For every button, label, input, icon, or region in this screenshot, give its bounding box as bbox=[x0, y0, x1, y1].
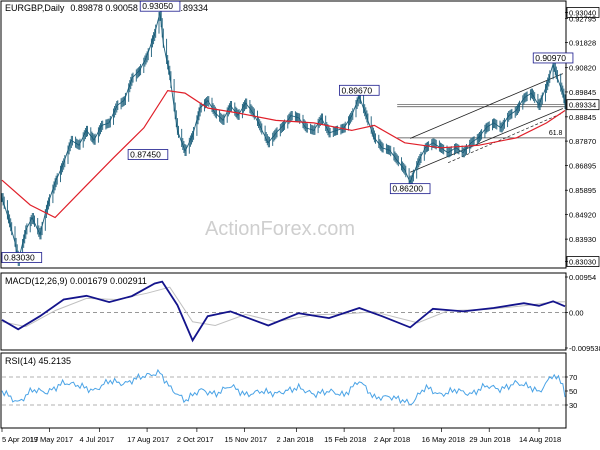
fib-61-8-label: 61.8 bbox=[549, 130, 563, 137]
price-axis-label: 0.88845 bbox=[569, 113, 596, 122]
time-axis-label: 29 Jun 2018 bbox=[469, 435, 510, 444]
rsi-axis-label: 50 bbox=[569, 387, 577, 396]
time-axis-label: 15 Feb 2018 bbox=[324, 435, 366, 444]
macd-axis-label: -0.009538 bbox=[569, 344, 600, 353]
price-label: 0.93050 bbox=[142, 1, 173, 11]
time-axis-label: 17 Aug 2017 bbox=[127, 435, 169, 444]
rsi-axis-label: 70 bbox=[569, 373, 577, 382]
price-axis-label: 0.90820 bbox=[569, 64, 596, 73]
time-axis-label: 4 Jul 2017 bbox=[79, 435, 114, 444]
price-axis-label: 0.92795 bbox=[569, 15, 596, 24]
rsi-axis-label: 30 bbox=[569, 401, 577, 410]
price-axis-label: 0.86895 bbox=[569, 161, 596, 170]
price-label: 0.87450 bbox=[130, 150, 161, 160]
price-label: 0.89670 bbox=[341, 85, 372, 95]
macd-axis-label: 0.00954 bbox=[569, 273, 596, 282]
price-label: 0.86200 bbox=[392, 184, 423, 194]
price-axis-label: 0.91828 bbox=[569, 39, 596, 48]
price-label: 0.90970 bbox=[535, 53, 566, 63]
price-axis-label: 0.83030 bbox=[569, 258, 596, 267]
forex-chart: EURGBP,Daily 0.89878 0.90058 0.89125 0.89… bbox=[0, 0, 600, 450]
macd-axis-label: 0.00 bbox=[569, 309, 584, 318]
price-label: 0.83030 bbox=[4, 253, 35, 263]
last-price-label: 0.89334 bbox=[569, 101, 596, 110]
time-axis-label: 2 Oct 2017 bbox=[177, 435, 214, 444]
time-axis-label: 16 May 2018 bbox=[422, 435, 465, 444]
time-axis-label: 2 Apr 2018 bbox=[374, 435, 410, 444]
time-axis-label: 15 Nov 2017 bbox=[225, 435, 268, 444]
price-axis-label: 0.83930 bbox=[569, 235, 596, 244]
price-axis-label: 0.89845 bbox=[569, 88, 596, 97]
price-axis-label: 0.85895 bbox=[569, 186, 596, 195]
price-axis-label: 0.84920 bbox=[569, 210, 596, 219]
time-axis-label: 2 Jan 2018 bbox=[276, 435, 313, 444]
macd-title: MACD(12,26,9) 0.001679 0.002911 bbox=[5, 276, 147, 286]
watermark: ActionForex.com bbox=[205, 218, 355, 240]
time-axis-label: 19 May 2017 bbox=[30, 435, 73, 444]
rsi-title: RSI(14) 45.2135 bbox=[5, 356, 71, 366]
price-axis-label: 0.87870 bbox=[569, 137, 596, 146]
time-axis-label: 14 Aug 2018 bbox=[519, 435, 561, 444]
